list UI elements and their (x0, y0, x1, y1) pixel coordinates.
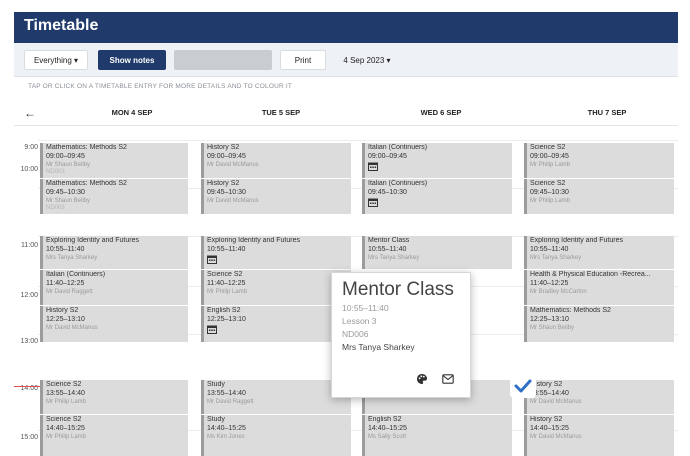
calendar-icon (368, 198, 378, 207)
timetable-entry[interactable]: Mathematics: Methods S2 09:45–10:30 Mr S… (40, 179, 188, 214)
mail-icon[interactable] (440, 371, 456, 387)
timetable-entry[interactable]: Exploring Identity and Futures 10:55–11:… (524, 236, 674, 269)
timetable-entry[interactable]: History S2 12:25–13:10 Mr David McManus (40, 306, 188, 342)
print-button[interactable]: Print (280, 50, 326, 70)
day-label-wed: WED 6 SEP (420, 108, 462, 117)
hour-label: 12:00 (20, 292, 38, 299)
timetable-entry[interactable]: Study 14:40–15:25 Ms Kim Jones (201, 415, 351, 456)
timetable-entry[interactable]: Mentor Class 10:55–11:40 Mrs Tanya Shark… (362, 236, 512, 269)
timetable-entry[interactable]: Italian (Continuers) 09:45–10:30 (362, 179, 512, 214)
timetable-entry[interactable]: Exploring Identity and Futures 10:55–11:… (40, 236, 188, 269)
palette-icon[interactable] (414, 371, 430, 387)
timetable-entry[interactable]: Science S2 09:00–09:45 Mr Philip Lamb (524, 143, 674, 178)
calendar-icon (207, 325, 217, 334)
timetable-entry[interactable]: History S2 09:45–10:30 Mr David McManus (201, 179, 351, 214)
timetable-entry[interactable]: Study 13:55–14:40 Mr David Raggett (201, 380, 351, 414)
entry-detail-popup: Mentor Class 10:55–11:40 Lesson 3 ND006 … (331, 272, 471, 398)
show-notes-button[interactable]: Show notes (98, 50, 166, 70)
hour-label: 15:00 (20, 434, 38, 441)
timetable-entry[interactable]: Science S2 09:45–10:30 Mr Philip Lamb (524, 179, 674, 214)
calendar-icon (207, 255, 217, 264)
filter-dropdown[interactable]: Everything ▾ (24, 50, 88, 70)
timetable-entry[interactable]: Italian (Continuers) 09:00–09:45 (362, 143, 512, 178)
timetable-entry[interactable]: Mathematics: Methods S2 09:00–09:45 Mr S… (40, 143, 188, 178)
arrow-left-icon[interactable]: ← (24, 106, 36, 120)
timetable-entry[interactable]: Italian (Continuers) 11:40–12:25 Mr Davi… (40, 270, 188, 305)
popup-title: Mentor Class (342, 279, 454, 300)
hint-text: TAP OR CLICK ON A TIMETABLE ENTRY FOR MO… (28, 83, 293, 90)
popup-time: 10:55–11:40 (342, 303, 389, 313)
popup-lesson: Lesson 3 (342, 316, 377, 326)
timetable-entry[interactable]: Science S2 14:40–15:25 Mr Philip Lamb (40, 415, 188, 456)
popup-room: ND006 (342, 329, 369, 339)
current-time-line (14, 386, 40, 387)
timetable-entry[interactable]: English S2 12:25–13:10 (201, 306, 351, 342)
page-title: Timetable (24, 17, 99, 34)
timetable-entry[interactable]: History S2 13:55–14:40 Mr David McManus (524, 380, 674, 414)
day-label-thu: THU 7 SEP (587, 108, 627, 117)
timetable-entry[interactable]: Health & Physical Education -Recrea... 1… (524, 270, 674, 305)
day-label-mon: MON 4 SEP (111, 108, 153, 117)
day-label-tue: TUE 5 SEP (261, 108, 301, 117)
grid-line (38, 140, 678, 141)
timetable-entry[interactable]: History S2 09:00–09:45 Mr David McManus (201, 143, 351, 178)
hour-label: 10:00 (20, 166, 38, 173)
date-picker[interactable]: 4 Sep 2023 ▾ (332, 50, 402, 70)
blank-toolbar-field[interactable] (174, 50, 272, 70)
timetable-entry[interactable]: History S2 14:40–15:25 Mr David McManus (524, 415, 674, 456)
day-header-row: ← MON 4 SEP TUE 5 SEP WED 6 SEP THU 7 SE… (14, 100, 678, 126)
timetable-entry[interactable]: Exploring Identity and Futures 10:55–11:… (201, 236, 351, 269)
popup-teacher: Mrs Tanya Sharkey (342, 342, 415, 352)
hour-label: 13:00 (20, 338, 38, 345)
app-header: Timetable (14, 12, 678, 43)
hour-label: 11:00 (21, 242, 38, 249)
timetable-entry[interactable]: English S2 14:40–15:25 Ms Sally Scott (362, 415, 512, 456)
calendar-icon (368, 162, 378, 171)
hour-label: 9:00 (24, 144, 38, 151)
toolbar: Everything ▾ Show notes Print 4 Sep 2023… (14, 43, 678, 77)
timetable-entry[interactable]: Science S2 13:55–14:40 Mr Philip Lamb (40, 380, 188, 414)
timetable-entry[interactable]: Mathematics: Methods S2 12:25–13:10 Mr S… (524, 306, 674, 342)
checkmark-icon[interactable] (510, 374, 536, 398)
timetable-entry[interactable]: Science S2 11:40–12:25 Mr Philip Lamb (201, 270, 351, 305)
